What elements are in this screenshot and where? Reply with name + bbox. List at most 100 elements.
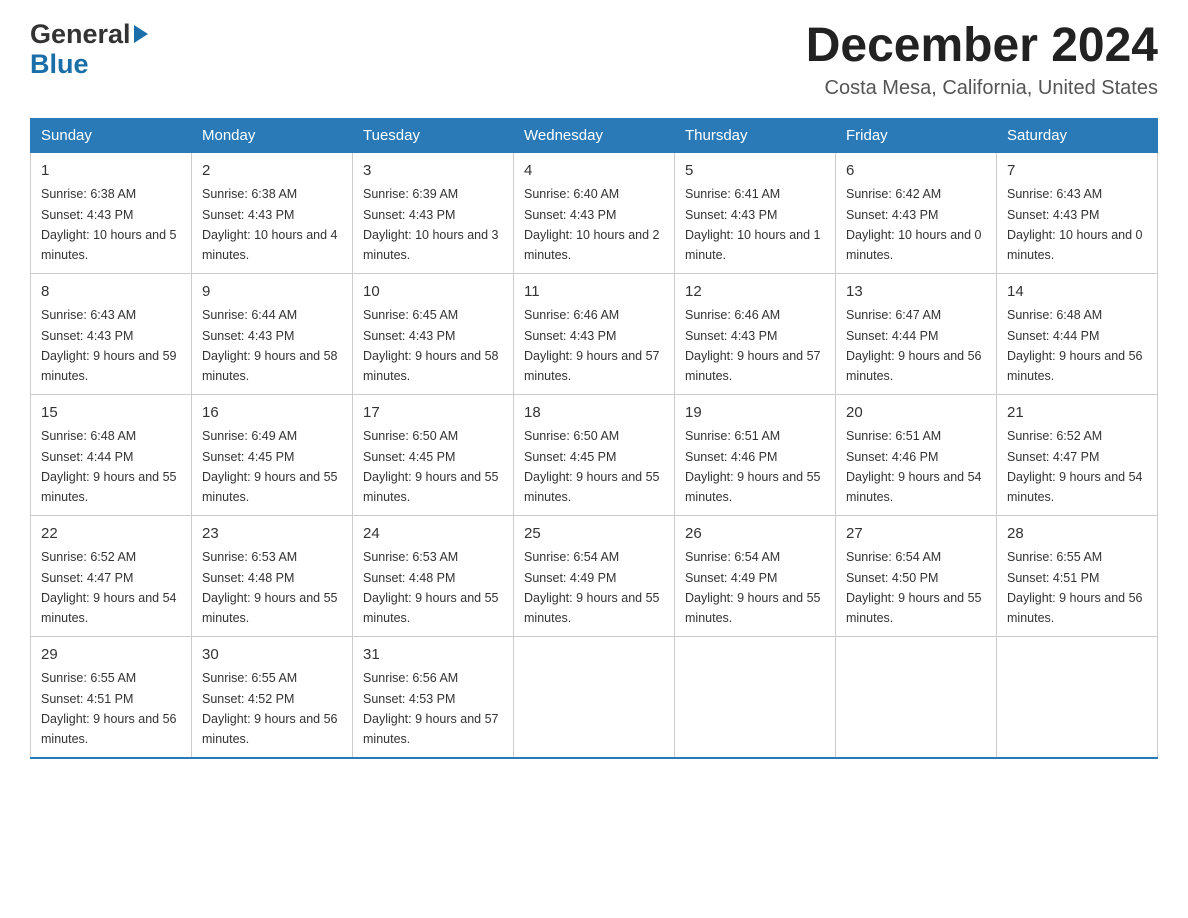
calendar-body: 1 Sunrise: 6:38 AMSunset: 4:43 PMDayligh… bbox=[31, 152, 1158, 758]
day-cell: 25 Sunrise: 6:54 AMSunset: 4:49 PMDaylig… bbox=[514, 515, 675, 636]
day-info: Sunrise: 6:41 AMSunset: 4:43 PMDaylight:… bbox=[685, 187, 821, 262]
page-header: General Blue December 2024 Costa Mesa, C… bbox=[30, 20, 1158, 100]
calendar-title: December 2024 bbox=[806, 20, 1158, 73]
col-monday: Monday bbox=[192, 118, 353, 152]
day-cell: 19 Sunrise: 6:51 AMSunset: 4:46 PMDaylig… bbox=[675, 394, 836, 515]
day-number: 6 bbox=[846, 160, 986, 183]
day-info: Sunrise: 6:51 AMSunset: 4:46 PMDaylight:… bbox=[846, 429, 982, 504]
day-info: Sunrise: 6:55 AMSunset: 4:51 PMDaylight:… bbox=[1007, 550, 1143, 625]
day-info: Sunrise: 6:48 AMSunset: 4:44 PMDaylight:… bbox=[41, 429, 177, 504]
week-row-5: 29 Sunrise: 6:55 AMSunset: 4:51 PMDaylig… bbox=[31, 636, 1158, 758]
calendar-table: Sunday Monday Tuesday Wednesday Thursday… bbox=[30, 118, 1158, 759]
day-cell: 14 Sunrise: 6:48 AMSunset: 4:44 PMDaylig… bbox=[997, 273, 1158, 394]
day-info: Sunrise: 6:48 AMSunset: 4:44 PMDaylight:… bbox=[1007, 308, 1143, 383]
day-number: 13 bbox=[846, 281, 986, 304]
day-number: 22 bbox=[41, 523, 181, 546]
day-info: Sunrise: 6:53 AMSunset: 4:48 PMDaylight:… bbox=[363, 550, 499, 625]
day-info: Sunrise: 6:54 AMSunset: 4:49 PMDaylight:… bbox=[524, 550, 660, 625]
col-tuesday: Tuesday bbox=[353, 118, 514, 152]
col-thursday: Thursday bbox=[675, 118, 836, 152]
col-wednesday: Wednesday bbox=[514, 118, 675, 152]
day-number: 15 bbox=[41, 402, 181, 425]
week-row-4: 22 Sunrise: 6:52 AMSunset: 4:47 PMDaylig… bbox=[31, 515, 1158, 636]
day-number: 3 bbox=[363, 160, 503, 183]
day-info: Sunrise: 6:39 AMSunset: 4:43 PMDaylight:… bbox=[363, 187, 499, 262]
title-block: December 2024 Costa Mesa, California, Un… bbox=[806, 20, 1158, 100]
day-cell: 12 Sunrise: 6:46 AMSunset: 4:43 PMDaylig… bbox=[675, 273, 836, 394]
day-cell bbox=[997, 636, 1158, 758]
day-number: 11 bbox=[524, 281, 664, 304]
day-number: 29 bbox=[41, 644, 181, 667]
day-number: 27 bbox=[846, 523, 986, 546]
day-number: 24 bbox=[363, 523, 503, 546]
day-cell: 28 Sunrise: 6:55 AMSunset: 4:51 PMDaylig… bbox=[997, 515, 1158, 636]
day-info: Sunrise: 6:50 AMSunset: 4:45 PMDaylight:… bbox=[363, 429, 499, 504]
day-info: Sunrise: 6:56 AMSunset: 4:53 PMDaylight:… bbox=[363, 671, 499, 746]
day-number: 8 bbox=[41, 281, 181, 304]
day-number: 21 bbox=[1007, 402, 1147, 425]
day-cell: 11 Sunrise: 6:46 AMSunset: 4:43 PMDaylig… bbox=[514, 273, 675, 394]
logo-arrow-icon bbox=[134, 25, 148, 43]
week-row-1: 1 Sunrise: 6:38 AMSunset: 4:43 PMDayligh… bbox=[31, 152, 1158, 273]
day-info: Sunrise: 6:55 AMSunset: 4:51 PMDaylight:… bbox=[41, 671, 177, 746]
day-number: 12 bbox=[685, 281, 825, 304]
day-info: Sunrise: 6:54 AMSunset: 4:49 PMDaylight:… bbox=[685, 550, 821, 625]
day-number: 26 bbox=[685, 523, 825, 546]
day-cell bbox=[836, 636, 997, 758]
logo-general-text: General bbox=[30, 20, 131, 50]
day-cell: 27 Sunrise: 6:54 AMSunset: 4:50 PMDaylig… bbox=[836, 515, 997, 636]
day-number: 2 bbox=[202, 160, 342, 183]
day-number: 9 bbox=[202, 281, 342, 304]
day-info: Sunrise: 6:44 AMSunset: 4:43 PMDaylight:… bbox=[202, 308, 338, 383]
day-cell: 29 Sunrise: 6:55 AMSunset: 4:51 PMDaylig… bbox=[31, 636, 192, 758]
day-cell: 15 Sunrise: 6:48 AMSunset: 4:44 PMDaylig… bbox=[31, 394, 192, 515]
day-info: Sunrise: 6:43 AMSunset: 4:43 PMDaylight:… bbox=[41, 308, 177, 383]
day-number: 31 bbox=[363, 644, 503, 667]
day-info: Sunrise: 6:42 AMSunset: 4:43 PMDaylight:… bbox=[846, 187, 982, 262]
day-info: Sunrise: 6:40 AMSunset: 4:43 PMDaylight:… bbox=[524, 187, 660, 262]
header-row: Sunday Monday Tuesday Wednesday Thursday… bbox=[31, 118, 1158, 152]
day-cell: 2 Sunrise: 6:38 AMSunset: 4:43 PMDayligh… bbox=[192, 152, 353, 273]
day-cell: 3 Sunrise: 6:39 AMSunset: 4:43 PMDayligh… bbox=[353, 152, 514, 273]
day-info: Sunrise: 6:51 AMSunset: 4:46 PMDaylight:… bbox=[685, 429, 821, 504]
day-info: Sunrise: 6:47 AMSunset: 4:44 PMDaylight:… bbox=[846, 308, 982, 383]
day-cell: 31 Sunrise: 6:56 AMSunset: 4:53 PMDaylig… bbox=[353, 636, 514, 758]
day-number: 18 bbox=[524, 402, 664, 425]
col-friday: Friday bbox=[836, 118, 997, 152]
day-cell: 9 Sunrise: 6:44 AMSunset: 4:43 PMDayligh… bbox=[192, 273, 353, 394]
col-sunday: Sunday bbox=[31, 118, 192, 152]
day-number: 1 bbox=[41, 160, 181, 183]
day-cell: 10 Sunrise: 6:45 AMSunset: 4:43 PMDaylig… bbox=[353, 273, 514, 394]
day-cell: 6 Sunrise: 6:42 AMSunset: 4:43 PMDayligh… bbox=[836, 152, 997, 273]
day-cell: 23 Sunrise: 6:53 AMSunset: 4:48 PMDaylig… bbox=[192, 515, 353, 636]
day-number: 28 bbox=[1007, 523, 1147, 546]
day-cell: 17 Sunrise: 6:50 AMSunset: 4:45 PMDaylig… bbox=[353, 394, 514, 515]
day-number: 19 bbox=[685, 402, 825, 425]
logo: General Blue bbox=[30, 20, 148, 79]
day-cell: 21 Sunrise: 6:52 AMSunset: 4:47 PMDaylig… bbox=[997, 394, 1158, 515]
day-info: Sunrise: 6:52 AMSunset: 4:47 PMDaylight:… bbox=[1007, 429, 1143, 504]
day-cell bbox=[514, 636, 675, 758]
logo-blue-text: Blue bbox=[30, 49, 89, 79]
day-cell: 13 Sunrise: 6:47 AMSunset: 4:44 PMDaylig… bbox=[836, 273, 997, 394]
day-info: Sunrise: 6:52 AMSunset: 4:47 PMDaylight:… bbox=[41, 550, 177, 625]
day-number: 30 bbox=[202, 644, 342, 667]
day-info: Sunrise: 6:46 AMSunset: 4:43 PMDaylight:… bbox=[524, 308, 660, 383]
day-cell: 18 Sunrise: 6:50 AMSunset: 4:45 PMDaylig… bbox=[514, 394, 675, 515]
day-cell: 4 Sunrise: 6:40 AMSunset: 4:43 PMDayligh… bbox=[514, 152, 675, 273]
calendar-subtitle: Costa Mesa, California, United States bbox=[806, 77, 1158, 100]
day-info: Sunrise: 6:55 AMSunset: 4:52 PMDaylight:… bbox=[202, 671, 338, 746]
day-info: Sunrise: 6:54 AMSunset: 4:50 PMDaylight:… bbox=[846, 550, 982, 625]
day-info: Sunrise: 6:43 AMSunset: 4:43 PMDaylight:… bbox=[1007, 187, 1143, 262]
day-info: Sunrise: 6:38 AMSunset: 4:43 PMDaylight:… bbox=[41, 187, 177, 262]
week-row-3: 15 Sunrise: 6:48 AMSunset: 4:44 PMDaylig… bbox=[31, 394, 1158, 515]
day-cell: 26 Sunrise: 6:54 AMSunset: 4:49 PMDaylig… bbox=[675, 515, 836, 636]
day-cell: 30 Sunrise: 6:55 AMSunset: 4:52 PMDaylig… bbox=[192, 636, 353, 758]
day-info: Sunrise: 6:49 AMSunset: 4:45 PMDaylight:… bbox=[202, 429, 338, 504]
calendar-header: Sunday Monday Tuesday Wednesday Thursday… bbox=[31, 118, 1158, 152]
day-info: Sunrise: 6:45 AMSunset: 4:43 PMDaylight:… bbox=[363, 308, 499, 383]
col-saturday: Saturday bbox=[997, 118, 1158, 152]
day-number: 23 bbox=[202, 523, 342, 546]
day-number: 4 bbox=[524, 160, 664, 183]
day-info: Sunrise: 6:50 AMSunset: 4:45 PMDaylight:… bbox=[524, 429, 660, 504]
